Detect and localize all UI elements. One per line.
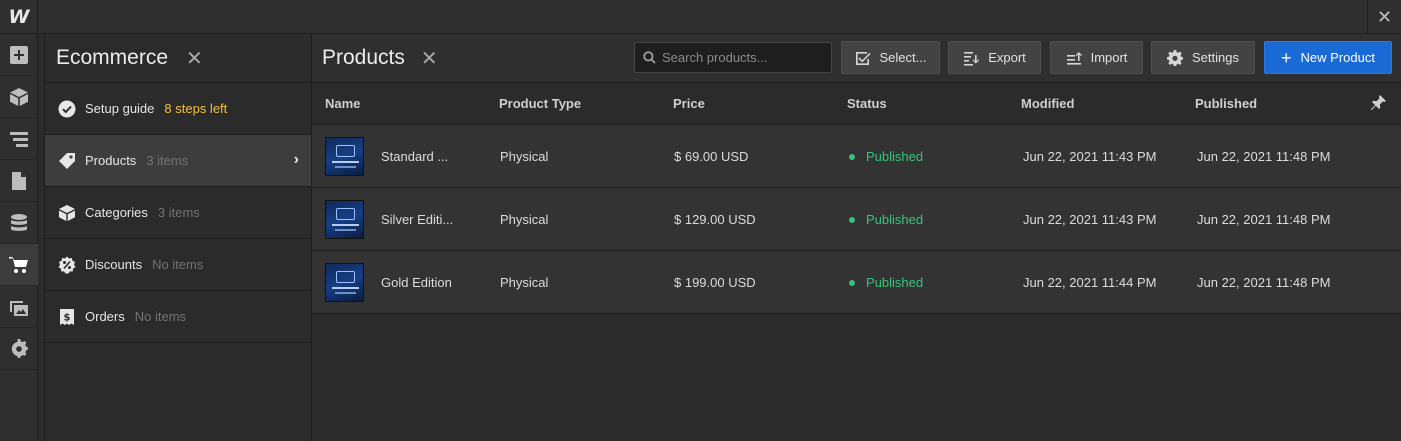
- discount-badge-icon: [57, 255, 77, 275]
- export-icon: [964, 51, 980, 66]
- products-title: Products: [322, 46, 405, 69]
- left-toolbar: [0, 34, 38, 441]
- products-header: Products ✕ Select... Export Import Setti…: [312, 34, 1401, 83]
- product-name: Silver Editi...: [381, 212, 454, 227]
- svg-text:$: $: [64, 312, 71, 323]
- navigator-icon: [10, 131, 28, 147]
- status-dot: [849, 154, 855, 160]
- product-thumbnail: [325, 263, 364, 302]
- checkbox-icon: [855, 51, 871, 65]
- assets-panel-button[interactable]: [0, 286, 38, 328]
- select-button[interactable]: Select...: [841, 41, 940, 74]
- table-row[interactable]: Silver Editi... Physical $ 129.00 USD Pu…: [312, 188, 1401, 251]
- pages-panel-button[interactable]: [0, 160, 38, 202]
- import-button[interactable]: Import: [1050, 41, 1143, 74]
- nav-item-count: No items: [152, 257, 204, 272]
- products-panel: Products ✕ Select... Export Import Setti…: [312, 34, 1401, 441]
- plus-icon: +: [1281, 47, 1292, 68]
- ecommerce-panel-header: Ecommerce ✕: [45, 34, 311, 83]
- column-header-price[interactable]: Price: [673, 96, 705, 111]
- close-products-button[interactable]: ✕: [421, 46, 438, 71]
- status-dot: [849, 280, 855, 286]
- product-type: Physical: [500, 149, 549, 164]
- nav-item-setup-guide[interactable]: Setup guide 8 steps left: [45, 83, 311, 135]
- nav-item-categories[interactable]: Categories 3 items: [45, 187, 311, 239]
- chevron-right-icon: ›: [293, 151, 299, 168]
- column-header-product-type[interactable]: Product Type: [499, 96, 581, 111]
- product-type: Physical: [500, 275, 549, 290]
- setup-steps-badge: 8 steps left: [164, 101, 228, 116]
- ecommerce-panel-title: Ecommerce: [56, 46, 169, 69]
- new-product-button[interactable]: + New Product: [1264, 41, 1392, 74]
- status-badge: Published: [849, 275, 923, 290]
- cms-panel-button[interactable]: [0, 202, 38, 244]
- receipt-icon: $: [57, 307, 77, 327]
- navigator-panel-button[interactable]: [0, 118, 38, 160]
- product-published: Jun 22, 2021 11:48 PM: [1197, 275, 1331, 290]
- nav-item-count: 3 items: [146, 153, 189, 168]
- settings-icon: [11, 338, 28, 358]
- column-header-status[interactable]: Status: [847, 96, 887, 111]
- pin-icon[interactable]: [1370, 94, 1387, 116]
- box-icon: [57, 203, 77, 223]
- nav-item-label: Categories: [85, 205, 148, 220]
- export-button[interactable]: Export: [948, 41, 1041, 74]
- nav-item-label: Setup guide: [85, 101, 155, 116]
- column-header-published[interactable]: Published: [1195, 96, 1257, 111]
- nav-item-discounts[interactable]: Discounts No items: [45, 239, 311, 291]
- product-modified: Jun 22, 2021 11:44 PM: [1023, 275, 1157, 290]
- add-icon: [10, 45, 28, 64]
- table-row[interactable]: Gold Edition Physical $ 199.00 USD Publi…: [312, 251, 1401, 314]
- column-header-name[interactable]: Name: [325, 96, 360, 111]
- pages-icon: [12, 171, 26, 190]
- nav-item-products[interactable]: Products 3 items ›: [45, 135, 311, 187]
- column-header-modified[interactable]: Modified: [1021, 96, 1074, 111]
- search-icon: [643, 51, 656, 64]
- ecommerce-cart-icon: [9, 256, 28, 273]
- nav-item-orders[interactable]: $ Orders No items: [45, 291, 311, 343]
- product-name: Standard ...: [381, 149, 449, 164]
- product-thumbnail: [325, 200, 364, 239]
- product-thumbnail: [325, 137, 364, 176]
- gear-icon: [1167, 49, 1183, 66]
- check-circle-icon: [57, 99, 77, 119]
- table-row[interactable]: Standard ... Physical $ 69.00 USD Publis…: [312, 125, 1401, 188]
- webflow-logo[interactable]: W: [0, 0, 38, 34]
- symbols-panel-button[interactable]: [0, 76, 38, 118]
- product-price: $ 199.00 USD: [674, 275, 756, 290]
- assets-icon: [10, 300, 28, 316]
- product-modified: Jun 22, 2021 11:43 PM: [1023, 212, 1157, 227]
- nav-item-label: Discounts: [85, 257, 143, 272]
- close-designer-button[interactable]: ✕: [1367, 0, 1401, 34]
- product-modified: Jun 22, 2021 11:43 PM: [1023, 149, 1157, 164]
- status-badge: Published: [849, 149, 923, 164]
- project-settings-button[interactable]: [0, 328, 38, 370]
- nav-item-label: Products: [85, 153, 137, 168]
- product-price: $ 69.00 USD: [674, 149, 749, 164]
- import-icon: [1066, 51, 1082, 65]
- table-header: Name Product Type Price Status Modified …: [312, 83, 1401, 125]
- close-ecommerce-panel-button[interactable]: ✕: [186, 46, 203, 71]
- product-price: $ 129.00 USD: [674, 212, 756, 227]
- nav-item-count: No items: [134, 309, 187, 324]
- product-published: Jun 22, 2021 11:48 PM: [1197, 149, 1331, 164]
- box-icon: [10, 87, 28, 106]
- search-input[interactable]: [662, 50, 822, 65]
- product-published: Jun 22, 2021 11:48 PM: [1197, 212, 1331, 227]
- status-badge: Published: [849, 212, 923, 227]
- ecommerce-panel-button[interactable]: [0, 244, 38, 286]
- status-dot: [849, 217, 855, 223]
- top-bar: W ✕: [0, 0, 1401, 34]
- product-name: Gold Edition: [381, 275, 452, 290]
- nav-item-label: Orders: [85, 309, 125, 324]
- add-panel-button[interactable]: [0, 34, 38, 76]
- product-type: Physical: [500, 212, 549, 227]
- ecommerce-panel: Ecommerce ✕ Setup guide 8 steps left Pro…: [44, 34, 312, 441]
- tag-icon: [57, 151, 77, 171]
- search-box[interactable]: [634, 42, 832, 73]
- settings-button[interactable]: Settings: [1151, 41, 1255, 74]
- nav-item-count: 3 items: [157, 205, 200, 220]
- cms-icon: [11, 213, 27, 231]
